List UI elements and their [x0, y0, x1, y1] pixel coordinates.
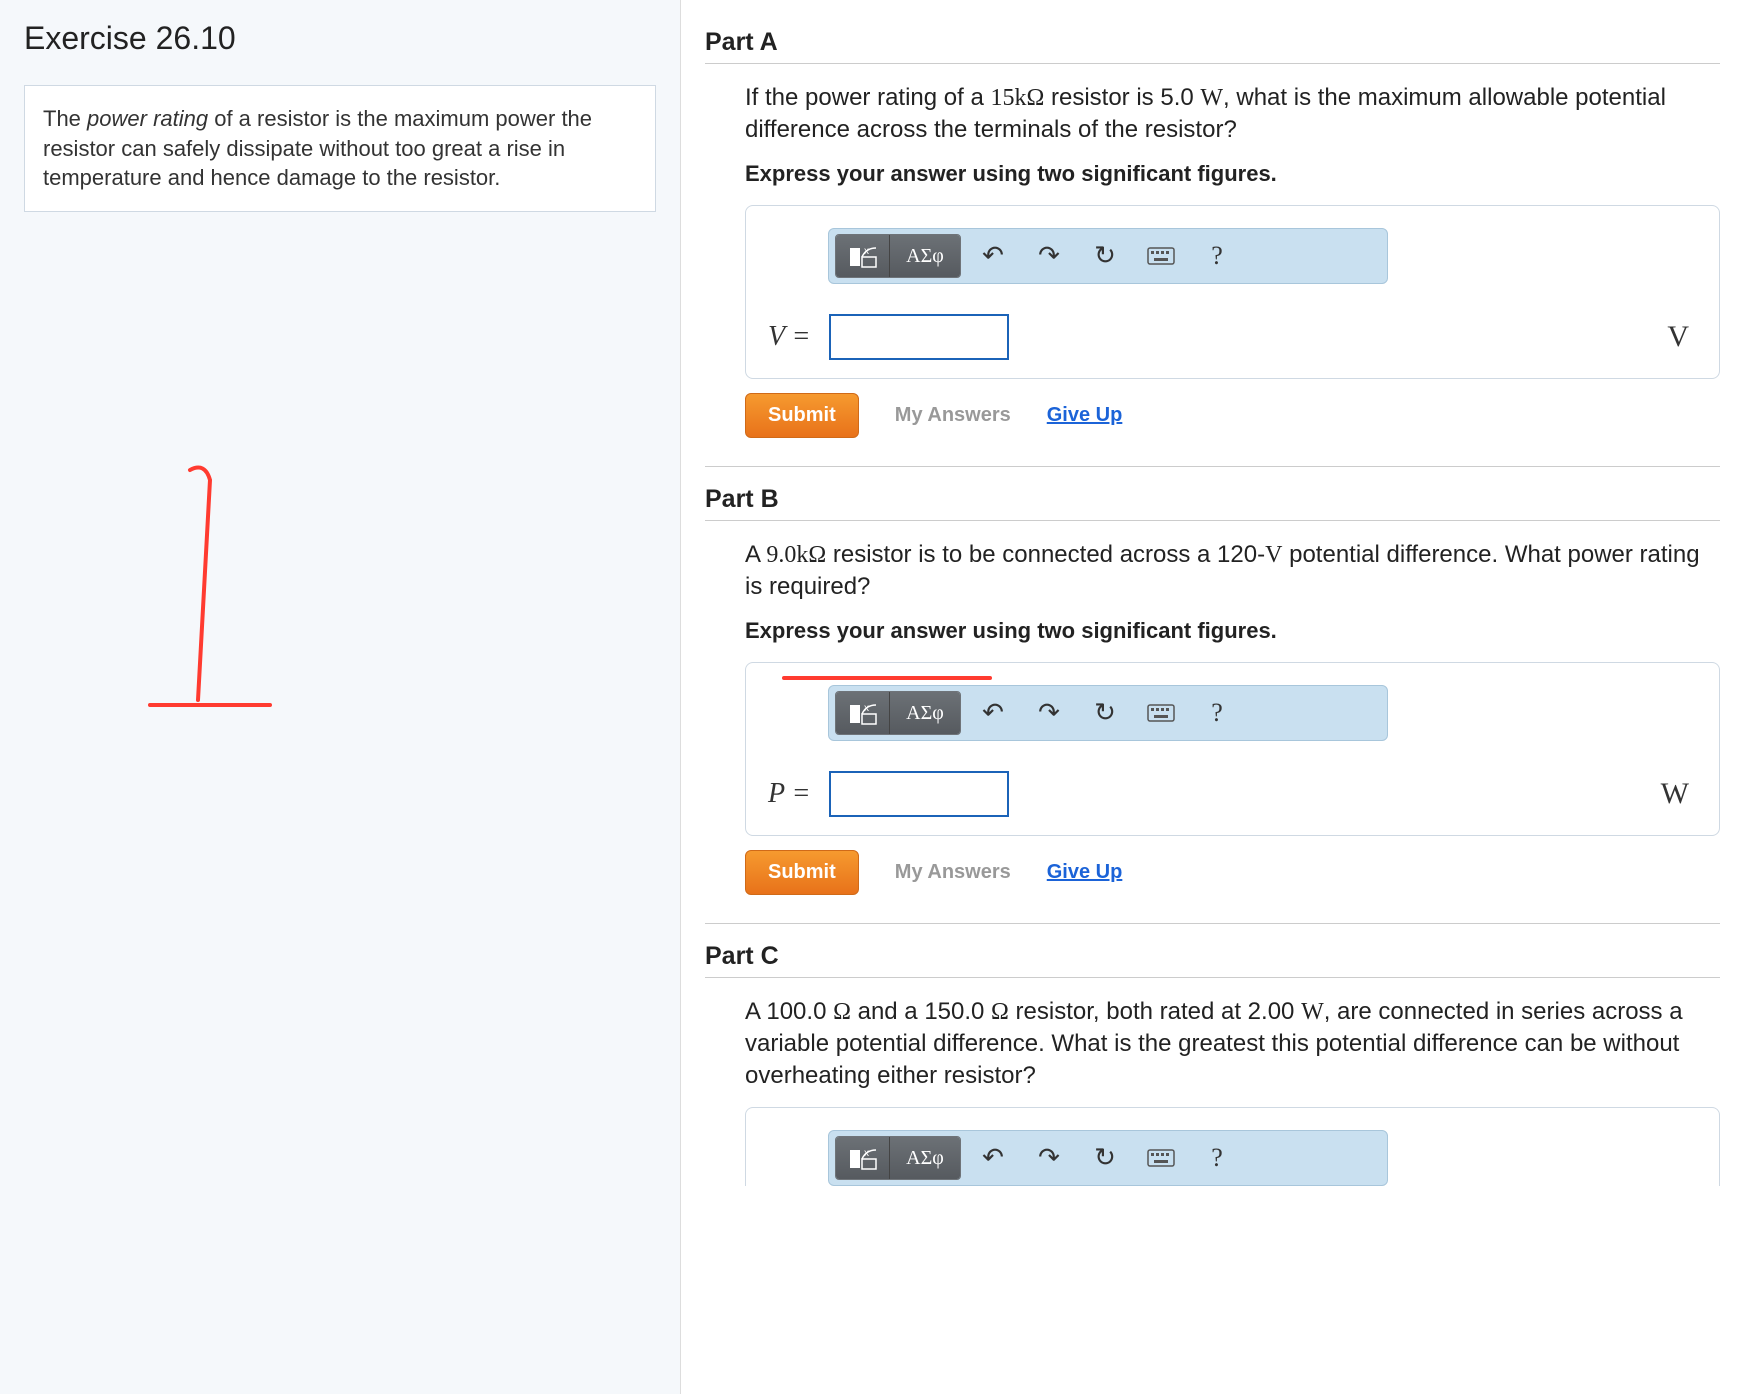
part-b-submit-row: Submit My Answers Give Up: [745, 850, 1720, 895]
part-a-give-up[interactable]: Give Up: [1047, 404, 1123, 427]
part-b-unit: W: [1661, 777, 1697, 811]
part-a-toolbar: x ΑΣφ ↶ ↷ ↻ ?: [828, 228, 1388, 284]
part-b-give-up[interactable]: Give Up: [1047, 861, 1123, 884]
part-b-answer-panel: x ΑΣφ ↶ ↷ ↻ ? P = W: [745, 662, 1720, 836]
page-container: Exercise 26.10 The power rating of a res…: [0, 0, 1744, 1394]
keyboard-button[interactable]: [1137, 234, 1185, 278]
intro-text: The power rating of a resistor is the ma…: [43, 106, 592, 190]
greek-button-b[interactable]: ΑΣφ: [890, 692, 960, 735]
help-button-b[interactable]: ?: [1193, 691, 1241, 735]
part-b-submit-button[interactable]: Submit: [745, 850, 859, 895]
toolbar-format-group-c: x ΑΣφ: [835, 1136, 961, 1180]
part-a-submit-row: Submit My Answers Give Up: [745, 393, 1720, 438]
reset-button-c[interactable]: ↻: [1081, 1136, 1129, 1180]
part-b-title: Part B: [705, 485, 1720, 521]
help-button-c[interactable]: ?: [1193, 1136, 1241, 1180]
part-b-my-answers[interactable]: My Answers: [895, 861, 1011, 884]
toolbar-format-group-b: x ΑΣφ: [835, 691, 961, 735]
part-c-question: A 100.0 Ω and a 150.0 Ω resistor, both r…: [745, 996, 1720, 1093]
left-column: Exercise 26.10 The power rating of a res…: [0, 0, 680, 1394]
greek-button[interactable]: ΑΣφ: [890, 235, 960, 278]
part-b-answer-input[interactable]: [829, 771, 1009, 817]
part-b-equation-row: P = W: [768, 771, 1697, 817]
redo-button-b[interactable]: ↷: [1025, 691, 1073, 735]
templates-button[interactable]: x: [836, 235, 890, 278]
templates-button-c[interactable]: x: [836, 1137, 890, 1180]
keyboard-button-b[interactable]: [1137, 691, 1185, 735]
redo-button[interactable]: ↷: [1025, 234, 1073, 278]
templates-icon: x: [846, 1142, 880, 1176]
reset-button-b[interactable]: ↻: [1081, 691, 1129, 735]
templates-button-b[interactable]: x: [836, 692, 890, 735]
exercise-title: Exercise 26.10: [24, 20, 656, 57]
keyboard-icon: [1147, 1149, 1175, 1167]
part-c-body: A 100.0 Ω and a 150.0 Ω resistor, both r…: [705, 978, 1720, 1186]
part-a-submit-button[interactable]: Submit: [745, 393, 859, 438]
part-a-my-answers[interactable]: My Answers: [895, 404, 1011, 427]
toolbar-format-group: x ΑΣφ: [835, 234, 961, 278]
keyboard-button-c[interactable]: [1137, 1136, 1185, 1180]
part-a-body: If the power rating of a 15kΩ resistor i…: [705, 64, 1720, 438]
templates-icon: x: [846, 697, 880, 731]
part-c-toolbar: x ΑΣφ ↶ ↷ ↻ ?: [828, 1130, 1388, 1186]
part-b-var-label: P =: [768, 778, 811, 810]
part-a-answer-input[interactable]: [829, 314, 1009, 360]
keyboard-icon: [1147, 247, 1175, 265]
part-b-body: A 9.0kΩ resistor is to be connected acro…: [705, 521, 1720, 895]
part-c-title: Part C: [705, 942, 1720, 978]
part-a-answer-panel: x ΑΣφ ↶ ↷ ↻ ? V = V: [745, 205, 1720, 379]
part-a-unit: V: [1667, 320, 1697, 354]
separator-bc: [705, 923, 1720, 924]
templates-icon: x: [846, 240, 880, 274]
part-a-equation-row: V = V: [768, 314, 1697, 360]
undo-button-b[interactable]: ↶: [969, 691, 1017, 735]
part-a-question: If the power rating of a 15kΩ resistor i…: [745, 82, 1720, 147]
part-b-toolbar: x ΑΣφ ↶ ↷ ↻ ?: [828, 685, 1388, 741]
keyboard-icon: [1147, 704, 1175, 722]
part-b-question: A 9.0kΩ resistor is to be connected acro…: [745, 539, 1720, 604]
intro-box: The power rating of a resistor is the ma…: [24, 85, 656, 212]
part-a-title: Part A: [705, 28, 1720, 64]
part-a-var-label: V =: [768, 321, 811, 353]
part-b-instruction: Express your answer using two significan…: [745, 618, 1720, 644]
part-c-answer-panel: x ΑΣφ ↶ ↷ ↻ ?: [745, 1107, 1720, 1186]
separator-ab: [705, 466, 1720, 467]
redo-button-c[interactable]: ↷: [1025, 1136, 1073, 1180]
greek-button-c[interactable]: ΑΣφ: [890, 1137, 960, 1180]
undo-button-c[interactable]: ↶: [969, 1136, 1017, 1180]
reset-button[interactable]: ↻: [1081, 234, 1129, 278]
undo-button[interactable]: ↶: [969, 234, 1017, 278]
help-button[interactable]: ?: [1193, 234, 1241, 278]
part-a-instruction: Express your answer using two significan…: [745, 161, 1720, 187]
right-column: Part A If the power rating of a 15kΩ res…: [680, 0, 1744, 1394]
